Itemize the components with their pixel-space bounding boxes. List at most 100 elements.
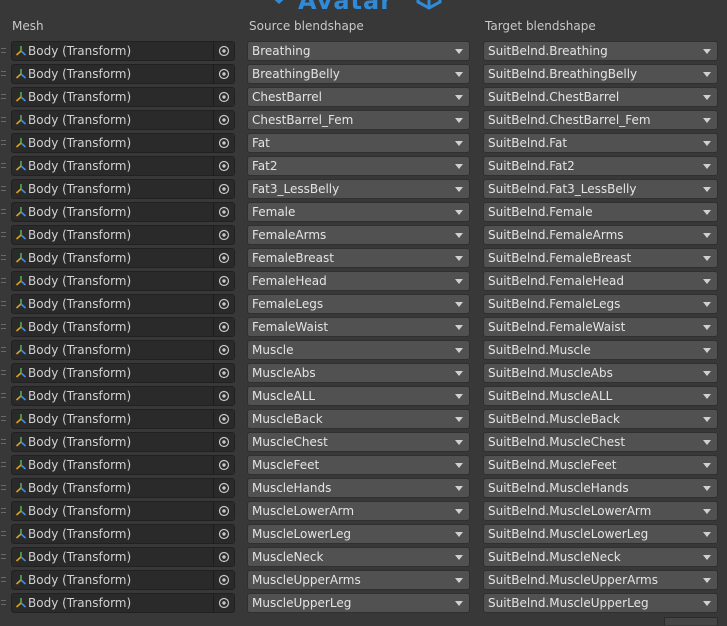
object-picker-button[interactable] [213,42,234,60]
drag-handle-icon[interactable] [1,232,6,237]
target-blendshape-dropdown[interactable]: SuitBelnd.ChestBarrel [483,87,718,107]
mesh-object-field[interactable]: Body (Transform) [11,363,235,383]
object-picker-button[interactable] [213,272,234,290]
target-blendshape-dropdown[interactable]: SuitBelnd.MuscleAbs [483,363,718,383]
drag-handle-icon[interactable] [1,485,6,490]
mesh-object-field[interactable]: Body (Transform) [11,547,235,567]
mesh-object-field[interactable]: Body (Transform) [11,248,235,268]
source-blendshape-dropdown[interactable]: FemaleBreast [247,248,470,268]
mesh-object-field[interactable]: Body (Transform) [11,340,235,360]
source-blendshape-dropdown[interactable]: ChestBarrel [247,87,470,107]
target-blendshape-dropdown[interactable]: SuitBelnd.MuscleUpperLeg [483,593,718,613]
object-picker-button[interactable] [213,594,234,612]
drag-handle-icon[interactable] [1,462,6,467]
drag-handle-icon[interactable] [1,71,6,76]
target-blendshape-dropdown[interactable]: SuitBelnd.FemaleBreast [483,248,718,268]
object-picker-button[interactable] [213,364,234,382]
mesh-object-field[interactable]: Body (Transform) [11,110,235,130]
mesh-object-field[interactable]: Body (Transform) [11,409,235,429]
object-picker-button[interactable] [213,226,234,244]
mesh-object-field[interactable]: Body (Transform) [11,570,235,590]
target-blendshape-dropdown[interactable]: SuitBelnd.MuscleHands [483,478,718,498]
drag-handle-icon[interactable] [1,416,6,421]
list-footer-button[interactable] [664,617,718,625]
drag-handle-icon[interactable] [1,209,6,214]
target-blendshape-dropdown[interactable]: SuitBelnd.MuscleBack [483,409,718,429]
mesh-object-field[interactable]: Body (Transform) [11,593,235,613]
source-blendshape-dropdown[interactable]: MuscleLowerArm [247,501,470,521]
mesh-object-field[interactable]: Body (Transform) [11,455,235,475]
mesh-object-field[interactable]: Body (Transform) [11,133,235,153]
target-blendshape-dropdown[interactable]: SuitBelnd.Muscle [483,340,718,360]
drag-handle-icon[interactable] [1,48,6,53]
object-picker-button[interactable] [213,387,234,405]
target-blendshape-dropdown[interactable]: SuitBelnd.Female [483,202,718,222]
drag-handle-icon[interactable] [1,370,6,375]
mesh-object-field[interactable]: Body (Transform) [11,179,235,199]
mesh-object-field[interactable]: Body (Transform) [11,271,235,291]
target-blendshape-dropdown[interactable]: SuitBelnd.Fat [483,133,718,153]
source-blendshape-dropdown[interactable]: MuscleHands [247,478,470,498]
object-picker-button[interactable] [213,341,234,359]
object-picker-button[interactable] [213,433,234,451]
object-picker-button[interactable] [213,88,234,106]
drag-handle-icon[interactable] [1,324,6,329]
target-blendshape-dropdown[interactable]: SuitBelnd.ChestBarrel_Fem [483,110,718,130]
drag-handle-icon[interactable] [1,140,6,145]
source-blendshape-dropdown[interactable]: Fat [247,133,470,153]
object-picker-button[interactable] [213,410,234,428]
target-blendshape-dropdown[interactable]: SuitBelnd.MuscleUpperArms [483,570,718,590]
drag-handle-icon[interactable] [1,439,6,444]
source-blendshape-dropdown[interactable]: MuscleLowerLeg [247,524,470,544]
source-blendshape-dropdown[interactable]: Female [247,202,470,222]
mesh-object-field[interactable]: Body (Transform) [11,64,235,84]
target-blendshape-dropdown[interactable]: SuitBelnd.MuscleFeet [483,455,718,475]
object-picker-button[interactable] [213,157,234,175]
drag-handle-icon[interactable] [1,255,6,260]
drag-handle-icon[interactable] [1,347,6,352]
mesh-object-field[interactable]: Body (Transform) [11,225,235,245]
object-picker-button[interactable] [213,111,234,129]
source-blendshape-dropdown[interactable]: MuscleUpperLeg [247,593,470,613]
source-blendshape-dropdown[interactable]: MuscleFeet [247,455,470,475]
source-blendshape-dropdown[interactable]: MuscleNeck [247,547,470,567]
object-picker-button[interactable] [213,65,234,83]
drag-handle-icon[interactable] [1,117,6,122]
object-picker-button[interactable] [213,134,234,152]
source-blendshape-dropdown[interactable]: MuscleChest [247,432,470,452]
target-blendshape-dropdown[interactable]: SuitBelnd.MuscleChest [483,432,718,452]
drag-handle-icon[interactable] [1,301,6,306]
drag-handle-icon[interactable] [1,531,6,536]
target-blendshape-dropdown[interactable]: SuitBelnd.BreathingBelly [483,64,718,84]
object-picker-button[interactable] [213,548,234,566]
target-blendshape-dropdown[interactable]: SuitBelnd.FemaleWaist [483,317,718,337]
mesh-object-field[interactable]: Body (Transform) [11,386,235,406]
mesh-object-field[interactable]: Body (Transform) [11,156,235,176]
source-blendshape-dropdown[interactable]: MuscleALL [247,386,470,406]
source-blendshape-dropdown[interactable]: MuscleAbs [247,363,470,383]
object-picker-button[interactable] [213,502,234,520]
source-blendshape-dropdown[interactable]: FemaleLegs [247,294,470,314]
object-picker-button[interactable] [213,456,234,474]
mesh-object-field[interactable]: Body (Transform) [11,41,235,61]
mesh-object-field[interactable]: Body (Transform) [11,432,235,452]
drag-handle-icon[interactable] [1,577,6,582]
drag-handle-icon[interactable] [1,393,6,398]
mesh-object-field[interactable]: Body (Transform) [11,202,235,222]
object-picker-button[interactable] [213,249,234,267]
target-blendshape-dropdown[interactable]: SuitBelnd.MuscleNeck [483,547,718,567]
source-blendshape-dropdown[interactable]: ChestBarrel_Fem [247,110,470,130]
drag-handle-icon[interactable] [1,278,6,283]
mesh-object-field[interactable]: Body (Transform) [11,501,235,521]
target-blendshape-dropdown[interactable]: SuitBelnd.MuscleLowerLeg [483,524,718,544]
drag-handle-icon[interactable] [1,508,6,513]
source-blendshape-dropdown[interactable]: BreathingBelly [247,64,470,84]
target-blendshape-dropdown[interactable]: SuitBelnd.MuscleALL [483,386,718,406]
object-picker-button[interactable] [213,525,234,543]
object-picker-button[interactable] [213,571,234,589]
target-blendshape-dropdown[interactable]: SuitBelnd.FemaleArms [483,225,718,245]
drag-handle-icon[interactable] [1,94,6,99]
source-blendshape-dropdown[interactable]: FemaleHead [247,271,470,291]
target-blendshape-dropdown[interactable]: SuitBelnd.Breathing [483,41,718,61]
source-blendshape-dropdown[interactable]: FemaleWaist [247,317,470,337]
